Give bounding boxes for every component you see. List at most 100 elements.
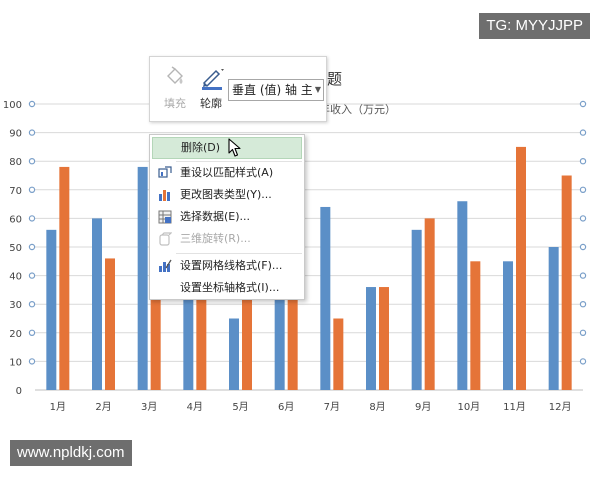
gridlines xyxy=(35,103,583,391)
watermark-bottom: www.npldkj.com xyxy=(10,440,132,466)
menu-item-label: 删除(D) xyxy=(181,141,221,154)
chart-type-icon xyxy=(159,190,170,201)
bar-series-1[interactable] xyxy=(366,287,376,390)
y-tick-label: 30 xyxy=(9,300,22,311)
x-tick-label: 2月 xyxy=(95,401,111,413)
x-tick-label: 5月 xyxy=(232,401,248,413)
x-tick-label: 4月 xyxy=(187,401,203,413)
fill-label: 填充 xyxy=(164,97,186,110)
chart-title-fragment[interactable]: 题 xyxy=(327,70,342,88)
context-menu: 删除(D) 重设以匹配样式(A) 更改图表类型(Y)... 选择数据(E)... xyxy=(149,134,305,300)
bar-series-2[interactable] xyxy=(424,218,435,390)
gridline-handle-right[interactable] xyxy=(579,129,587,136)
gridline-handle-right[interactable] xyxy=(579,301,587,308)
menu-item-label: 更改图表类型(Y)... xyxy=(180,188,272,201)
gridline-handle-left[interactable] xyxy=(28,129,36,136)
x-tick-label: 7月 xyxy=(324,401,340,413)
x-tick-label: 8月 xyxy=(369,401,385,413)
x-tick-label: 11月 xyxy=(503,401,526,413)
gridline-handle-left[interactable] xyxy=(28,243,36,251)
chevron-down-icon[interactable]: ▼ xyxy=(315,80,321,100)
gridline-handle-left[interactable] xyxy=(28,100,36,108)
y-tick-label: 20 xyxy=(9,329,22,340)
gridline-handle-right[interactable] xyxy=(579,186,587,193)
gridline-handle-right[interactable] xyxy=(579,272,587,279)
bar-series-1[interactable] xyxy=(320,206,331,390)
bar-series-1[interactable] xyxy=(46,229,57,390)
gridline-handle-left[interactable] xyxy=(28,215,36,222)
chart-element-select-value: 垂直 (值) 轴 主要 xyxy=(232,83,312,97)
menu-item-label: 三维旋转(R)... xyxy=(180,232,251,245)
y-axis-tick-labels: 0 10 20 30 40 50 60 70 80 90 100 xyxy=(3,100,22,397)
bar-series-1[interactable] xyxy=(229,318,239,391)
select-data-icon xyxy=(158,210,172,224)
pen-outline-icon xyxy=(202,69,224,90)
chart-subtitle-fragment[interactable]: 年收入（万元） xyxy=(319,102,396,116)
mouse-cursor-icon xyxy=(228,138,241,157)
reset-style-icon xyxy=(158,166,172,178)
bar-series-2[interactable] xyxy=(59,166,70,390)
x-tick-label: 3月 xyxy=(141,401,157,413)
bar-series-1[interactable] xyxy=(411,229,422,390)
gridline-handle-right[interactable] xyxy=(579,358,587,365)
bar-series-1[interactable] xyxy=(503,261,513,390)
bar-series-2[interactable] xyxy=(516,146,526,390)
chart-element-select[interactable]: 垂直 (值) 轴 主要 ▼ xyxy=(228,79,324,101)
bar-series-1[interactable] xyxy=(548,247,559,390)
y-tick-label: 60 xyxy=(9,214,22,225)
menu-item-label: 选择数据(E)... xyxy=(180,210,251,223)
gridline-handle-right[interactable] xyxy=(579,100,587,108)
menu-item-format-gridlines[interactable]: 设置网格线格式(F)... xyxy=(152,255,302,277)
bar-series-2[interactable] xyxy=(561,175,572,391)
gridline-handle-right[interactable] xyxy=(579,157,587,165)
menu-item-change-chart-type[interactable]: 更改图表类型(Y)... xyxy=(152,184,302,206)
outline-button[interactable]: 轮廓 xyxy=(192,57,230,123)
menu-separator xyxy=(176,253,302,254)
bar-series-2[interactable] xyxy=(333,318,344,391)
gridline-handle-left[interactable] xyxy=(28,358,36,365)
menu-item-reset-style[interactable]: 重设以匹配样式(A) xyxy=(152,162,302,184)
gridline-handle-right[interactable] xyxy=(579,329,587,336)
x-axis-tick-labels: 1月 2月 3月 4月 5月 6月 7月 8月 9月 10月 11月 12月 xyxy=(50,401,572,413)
x-tick-label: 10月 xyxy=(457,401,480,413)
fill-button[interactable]: 填充 xyxy=(156,57,194,123)
watermark-top: TG: MYYJJPP xyxy=(479,13,590,39)
y-tick-label: 10 xyxy=(9,357,22,368)
y-tick-label: 70 xyxy=(9,186,22,197)
bar-series-1[interactable] xyxy=(457,201,468,390)
y-tick-label: 80 xyxy=(9,157,22,168)
y-tick-label: 40 xyxy=(9,272,22,283)
y-tick-label: 0 xyxy=(16,386,22,397)
y-tick-label: 50 xyxy=(9,243,22,254)
gridline-handle-right[interactable] xyxy=(579,215,587,222)
outline-label: 轮廓 xyxy=(200,97,222,110)
x-tick-label: 6月 xyxy=(278,401,294,413)
gridline-handle-left[interactable] xyxy=(28,186,36,193)
menu-item-3d-rotation[interactable]: 三维旋转(R)... xyxy=(152,228,302,250)
y-tick-label: 100 xyxy=(3,100,22,111)
x-tick-label: 12月 xyxy=(549,401,572,413)
bar-series-2[interactable] xyxy=(379,287,389,390)
bar-series-1[interactable] xyxy=(92,218,102,390)
gridline-handle-left[interactable] xyxy=(28,272,36,279)
gridline-handle-right[interactable] xyxy=(579,243,587,251)
bar-series-2[interactable] xyxy=(105,258,115,390)
x-tick-label: 9月 xyxy=(415,401,431,413)
menu-item-label: 重设以匹配样式(A) xyxy=(180,166,274,179)
menu-item-format-axis[interactable]: 设置坐标轴格式(I)... xyxy=(152,277,302,299)
bar-series-2[interactable] xyxy=(470,261,481,390)
menu-item-label: 设置网格线格式(F)... xyxy=(180,259,283,272)
menu-item-select-data[interactable]: 选择数据(E)... xyxy=(152,206,302,228)
bars xyxy=(46,146,572,391)
paint-bucket-icon xyxy=(167,66,183,84)
mini-format-toolbar: 填充 轮廓 垂直 (值) 轴 主要 ▼ xyxy=(149,56,327,122)
gridline-handle-left[interactable] xyxy=(28,301,36,308)
y-tick-label: 90 xyxy=(9,129,22,140)
gridline-handle-left[interactable] xyxy=(28,329,36,336)
gridline-handle-left[interactable] xyxy=(28,157,36,165)
menu-item-label: 设置坐标轴格式(I)... xyxy=(180,281,280,294)
rotate-3d-icon xyxy=(159,232,172,246)
gridlines-format-icon xyxy=(159,259,172,272)
menu-item-delete[interactable]: 删除(D) xyxy=(152,137,302,159)
bar-series-1[interactable] xyxy=(137,166,148,390)
